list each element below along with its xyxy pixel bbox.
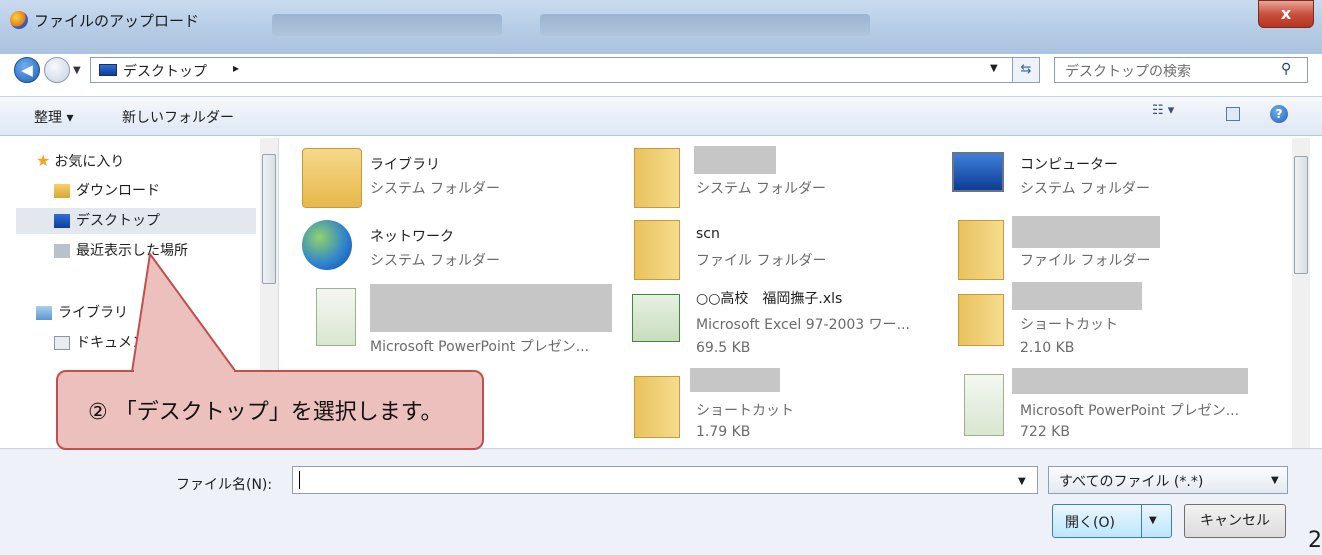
callout-pointer-join [134, 370, 234, 374]
